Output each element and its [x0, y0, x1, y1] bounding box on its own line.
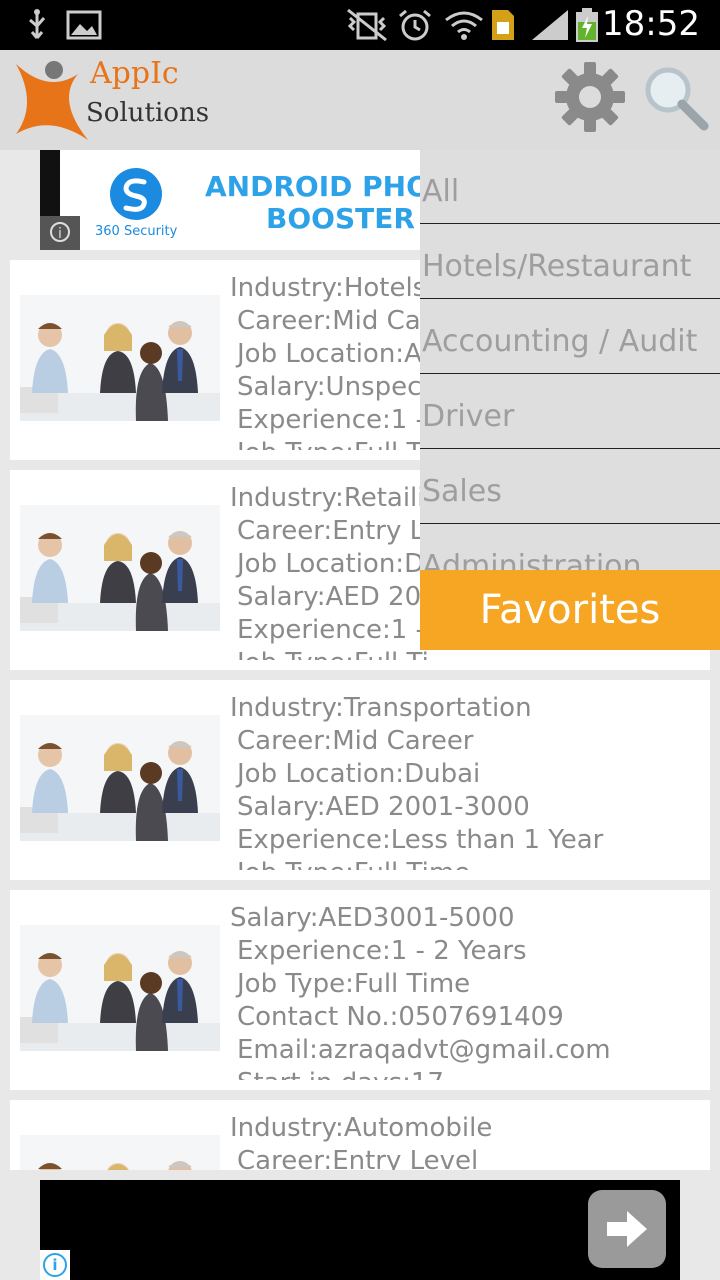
- category-label: All: [422, 174, 460, 209]
- category-item[interactable]: Driver: [420, 375, 720, 449]
- job-detail-line: Career:Entry Level: [237, 1146, 479, 1170]
- gear-icon[interactable]: [553, 60, 627, 134]
- logo-text-line2: Solutions: [86, 98, 210, 128]
- job-detail-line: Salary:AED 2001-3000: [237, 792, 530, 822]
- logo-text-line1: AppIc: [90, 56, 179, 91]
- category-label: Accounting / Audit: [422, 324, 698, 359]
- job-details: Industry:Transportation Career:Mid Career…: [230, 692, 700, 870]
- job-detail-line: Start in days:17: [237, 1067, 700, 1080]
- usb-icon: [29, 9, 46, 39]
- ad-headline-1: ANDROID PHO: [205, 170, 420, 203]
- ad-headline-2: BOOSTER: [266, 202, 415, 235]
- security-shield-icon: [110, 168, 162, 220]
- arrow-right-icon: [607, 1211, 647, 1247]
- status-bar: 18:52: [0, 0, 720, 50]
- ad-brand-name: 360 Security: [95, 224, 178, 239]
- job-photo: [20, 505, 220, 631]
- job-detail-line: Contact No.:0507691409: [237, 1002, 564, 1032]
- battery-icon: [576, 8, 598, 42]
- category-item[interactable]: Sales: [420, 450, 720, 524]
- job-photo: [20, 715, 220, 841]
- category-item[interactable]: Hotels/Restaurant: [420, 225, 720, 299]
- app-header: AppIc Solutions: [0, 50, 720, 150]
- job-detail-line: Experience:Less than 1 Year: [237, 825, 604, 855]
- job-detail-line: Job Type:Full Time: [237, 857, 700, 870]
- category-label: Driver: [422, 399, 515, 434]
- ad-banner-top[interactable]: i 360 Security ANDROID PHO BOOSTER: [40, 150, 420, 250]
- ad-info-icon[interactable]: i: [40, 216, 80, 250]
- wifi-icon: [445, 11, 483, 40]
- ad-banner-bottom[interactable]: [40, 1180, 680, 1280]
- category-label: Sales: [422, 474, 502, 509]
- job-photo: [20, 1135, 220, 1170]
- search-icon[interactable]: [642, 64, 710, 132]
- job-card[interactable]: Industry:Transportation Career:Mid Career…: [10, 680, 710, 880]
- category-item[interactable]: Accounting / Audit: [420, 300, 720, 374]
- job-detail-line: Salary:AED3001-5000: [230, 903, 515, 933]
- job-detail-line: Industry:Automobile: [230, 1113, 493, 1143]
- category-label: Hotels/Restaurant: [422, 249, 692, 284]
- job-detail-line: Email:azraqadvt@gmail.com: [237, 1035, 611, 1065]
- job-detail-line: Job Type:Full Time: [237, 969, 471, 999]
- ad-info-icon-bottom[interactable]: i: [40, 1250, 70, 1280]
- category-item[interactable]: All: [420, 150, 720, 224]
- ad-next-button[interactable]: [588, 1190, 666, 1268]
- sim-icon: [492, 10, 514, 40]
- signal-icon: [532, 10, 568, 40]
- job-detail-line: Experience:1 - 2 Years: [237, 936, 527, 966]
- favorites-button[interactable]: Favorites: [420, 570, 720, 650]
- category-menu[interactable]: All Hotels/Restaurant Accounting / Audit Dr…: [420, 150, 720, 578]
- job-photo: [20, 925, 220, 1051]
- vibrate-icon: [347, 8, 387, 42]
- alarm-icon: [399, 9, 431, 41]
- job-details: Salary:AED3001-5000 Experience:1 - 2 Year…: [230, 902, 700, 1080]
- job-photo: [20, 295, 220, 421]
- job-details: Industry:Automobile Career:Entry Level: [230, 1112, 700, 1170]
- job-detail-line: Job Location:Dubai: [237, 759, 481, 789]
- job-card[interactable]: Salary:AED3001-5000 Experience:1 - 2 Year…: [10, 890, 710, 1090]
- job-card[interactable]: Industry:Automobile Career:Entry Level: [10, 1100, 710, 1170]
- image-icon: [66, 10, 102, 40]
- app-logo[interactable]: AppIc Solutions: [8, 52, 210, 148]
- job-detail-line: Industry:Transportation: [230, 693, 532, 723]
- clock: 18:52: [602, 4, 700, 44]
- job-detail-line: Career:Mid Career: [237, 726, 474, 756]
